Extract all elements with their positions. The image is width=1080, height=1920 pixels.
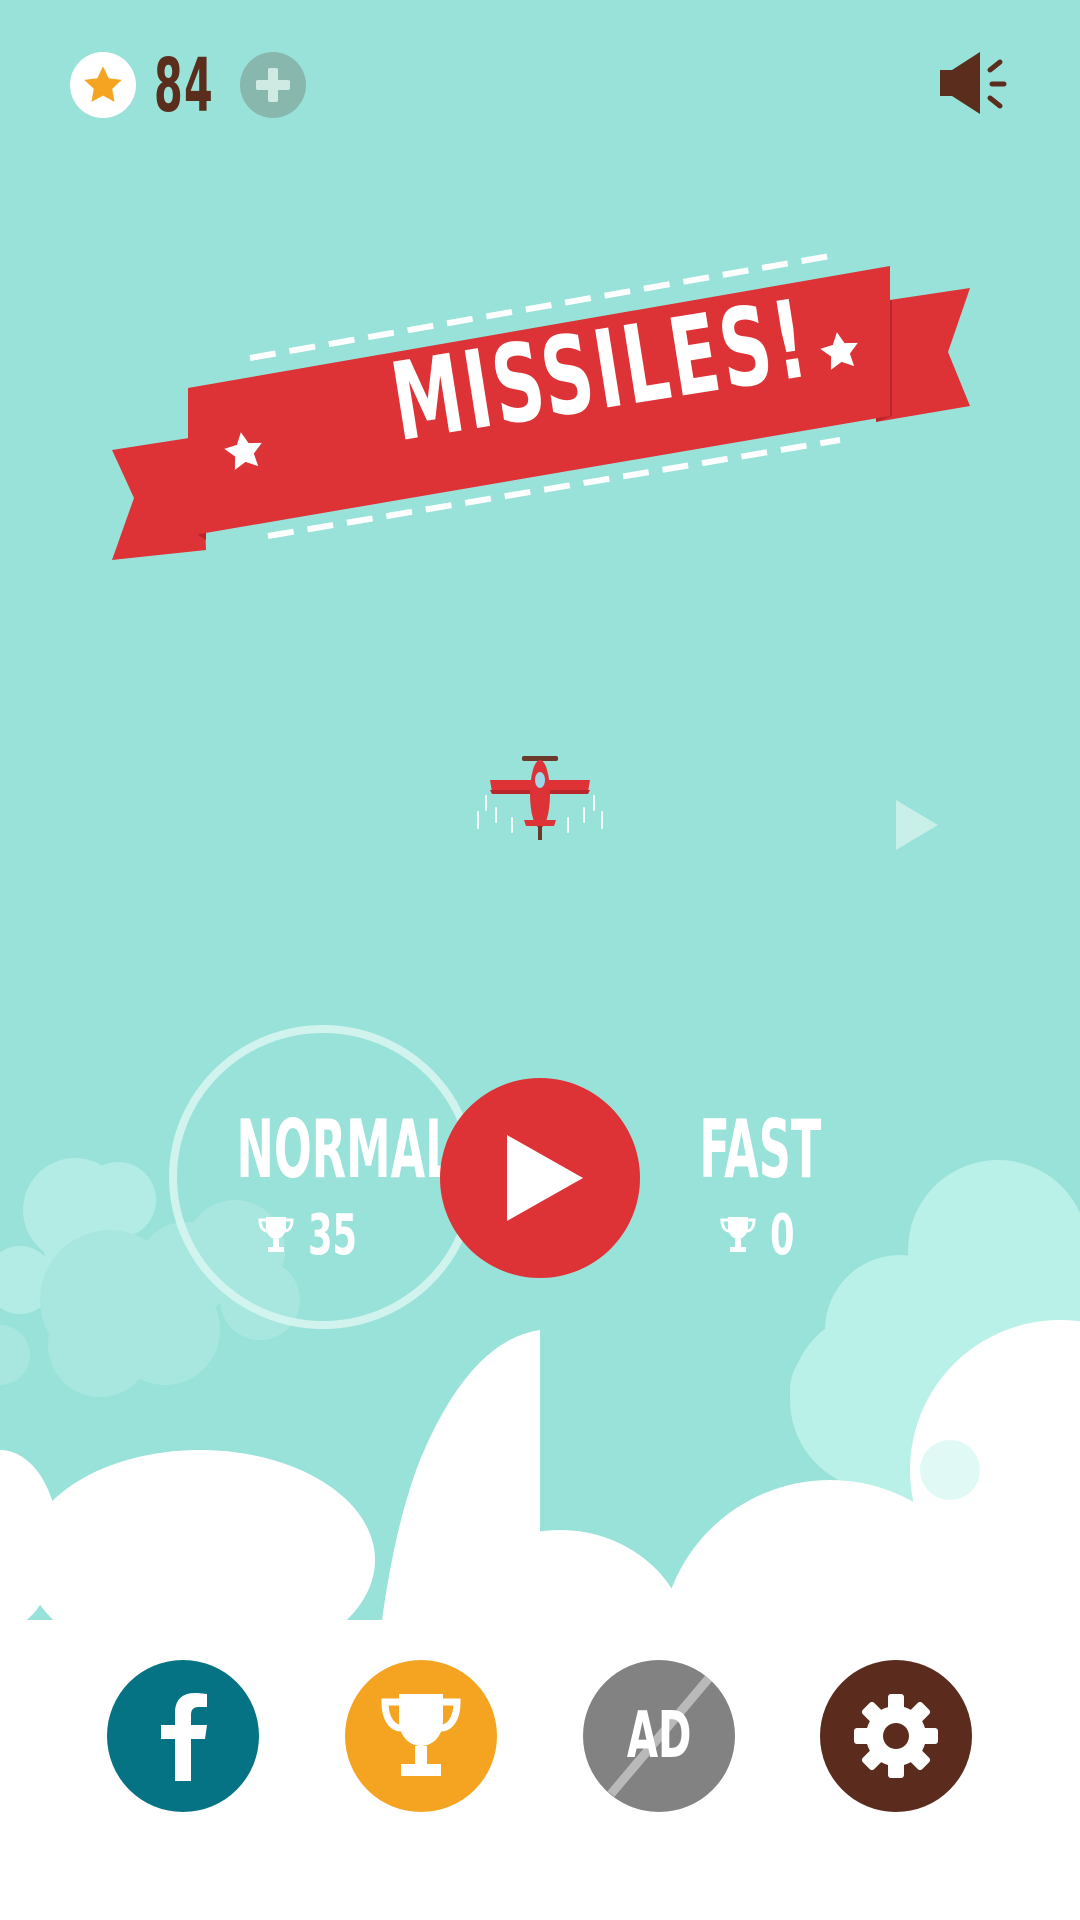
settings-button[interactable]: [820, 1660, 972, 1812]
leaderboard-button[interactable]: [345, 1660, 497, 1812]
facebook-button[interactable]: [107, 1660, 259, 1812]
fast-mode-button[interactable]: FAST: [640, 1105, 880, 1195]
trophy-icon: [720, 1217, 756, 1252]
coin-count: 84: [154, 43, 214, 129]
play-icon: [507, 1135, 583, 1221]
normal-best-score: 35: [258, 1200, 378, 1270]
remove-ads-label: AD: [626, 1699, 692, 1773]
plus-icon: [256, 68, 290, 102]
add-coins-button[interactable]: [240, 52, 306, 118]
sound-toggle-button[interactable]: [936, 48, 1012, 118]
title-banner: MISSILES!: [100, 240, 980, 580]
play-button[interactable]: [440, 1078, 640, 1278]
coin-star-icon: [70, 52, 136, 118]
gear-icon: [854, 1694, 938, 1778]
normal-mode-button[interactable]: NORMAL: [170, 1105, 470, 1195]
speaker-on-icon: [940, 52, 1007, 114]
next-plane-arrow[interactable]: [894, 798, 940, 852]
trophy-icon: [258, 1217, 294, 1252]
remove-ads-button[interactable]: AD: [583, 1660, 735, 1812]
fast-best-score: 0: [720, 1200, 805, 1270]
fast-best-value: 0: [770, 1202, 795, 1268]
plane-sprite: [477, 756, 603, 840]
facebook-icon: [161, 1693, 207, 1781]
trophy-icon: [381, 1694, 461, 1776]
normal-best-value: 35: [308, 1202, 358, 1268]
